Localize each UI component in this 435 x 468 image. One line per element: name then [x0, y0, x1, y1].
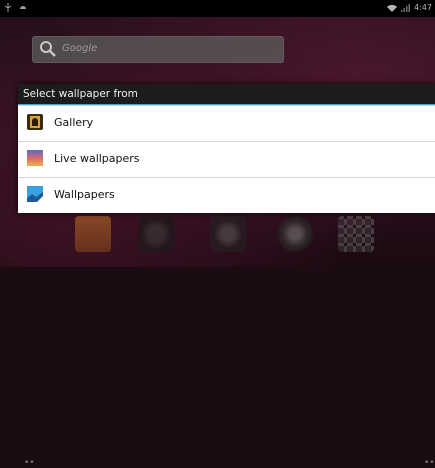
dock: •• ••	[0, 213, 435, 468]
wallpapers-icon	[27, 186, 43, 202]
signal-icon	[401, 3, 411, 12]
dialog-title: Select wallpaper from	[18, 84, 435, 104]
android-debug-icon	[19, 6, 26, 9]
music-icon[interactable]	[138, 216, 174, 252]
search-icon	[40, 41, 56, 57]
contacts-icon[interactable]	[75, 216, 111, 252]
apps-grid-icon[interactable]	[338, 216, 374, 252]
option-label-wallpapers: Wallpapers	[54, 188, 115, 201]
option-live-wallpapers[interactable]: Live wallpapers	[18, 141, 435, 176]
status-time: 4:47	[414, 3, 432, 12]
notification-icons	[4, 3, 27, 13]
right-page-indicator: ••	[424, 458, 435, 468]
option-gallery[interactable]: Gallery	[18, 105, 435, 140]
gallery-icon	[27, 114, 43, 130]
status-bar: 4:47	[0, 0, 435, 17]
option-label-live-wallpapers: Live wallpapers	[54, 152, 140, 165]
google-search-bar[interactable]: Google	[32, 36, 284, 63]
wifi-icon	[387, 4, 398, 12]
camera-icon[interactable]	[210, 216, 246, 252]
select-wallpaper-dialog: Select wallpaper from Gallery Live wallp…	[18, 84, 435, 213]
usb-icon	[4, 3, 12, 12]
search-placeholder: Google	[62, 43, 98, 54]
option-wallpapers[interactable]: Wallpapers	[18, 177, 435, 212]
option-label-gallery: Gallery	[54, 116, 94, 129]
live-wallpapers-icon	[27, 150, 43, 166]
browser-icon[interactable]	[277, 216, 313, 252]
left-page-indicator: ••	[24, 458, 35, 468]
